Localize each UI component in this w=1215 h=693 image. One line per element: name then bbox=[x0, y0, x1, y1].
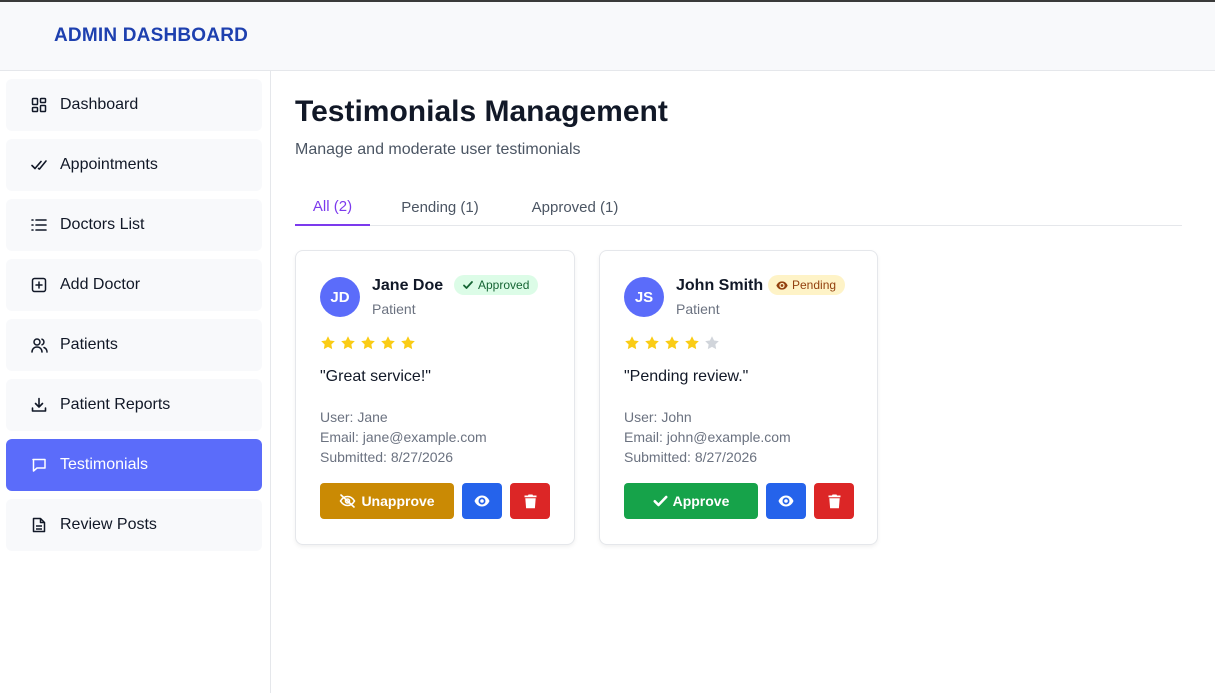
users-icon bbox=[30, 336, 48, 354]
testimonial-author-role: Patient bbox=[676, 301, 720, 317]
sidebar-item-label: Patients bbox=[60, 336, 118, 353]
sidebar-item-dashboard[interactable]: Dashboard bbox=[6, 79, 262, 131]
sidebar: Dashboard Appointments Doctors List Add … bbox=[0, 71, 271, 693]
sidebar-item-label: Patient Reports bbox=[60, 396, 171, 413]
sidebar-item-testimonials[interactable]: Testimonials bbox=[6, 439, 262, 491]
avatar: JD bbox=[320, 277, 360, 317]
double-check-icon bbox=[30, 156, 48, 174]
view-button[interactable] bbox=[462, 483, 502, 519]
delete-button[interactable] bbox=[510, 483, 550, 519]
star-icon bbox=[685, 336, 699, 350]
sidebar-item-label: Dashboard bbox=[60, 96, 139, 113]
testimonial-user: User: John bbox=[624, 409, 692, 425]
filter-tabs: All (2) Pending (1) Approved (1) bbox=[295, 189, 1182, 226]
top-header: ADMIN DASHBOARD bbox=[0, 2, 1215, 71]
sidebar-item-label: Testimonials bbox=[60, 456, 149, 473]
plus-square-icon bbox=[30, 276, 48, 294]
star-icon bbox=[401, 336, 415, 350]
page-title: Testimonials Management bbox=[295, 95, 668, 128]
star-icon bbox=[645, 336, 659, 350]
star-icon bbox=[665, 336, 679, 350]
status-badge-label: Pending bbox=[792, 278, 837, 292]
chat-bubble-icon bbox=[30, 456, 48, 474]
eye-icon bbox=[474, 495, 490, 507]
star-rating bbox=[320, 335, 416, 351]
tab-all[interactable]: All (2) bbox=[295, 189, 370, 226]
star-icon bbox=[705, 336, 719, 350]
testimonial-author-role: Patient bbox=[372, 301, 416, 317]
list-icon bbox=[30, 216, 48, 234]
sidebar-item-patients[interactable]: Patients bbox=[6, 319, 262, 371]
download-icon bbox=[30, 396, 48, 414]
star-rating bbox=[624, 335, 720, 351]
trash-icon bbox=[828, 494, 840, 508]
star-icon bbox=[341, 336, 355, 350]
sidebar-item-doctors-list[interactable]: Doctors List bbox=[6, 199, 262, 251]
unapprove-button-label: Unapprove bbox=[361, 493, 435, 509]
testimonial-author-name: John Smith bbox=[676, 277, 764, 294]
approve-button[interactable]: Approve bbox=[624, 483, 758, 519]
eye-slash-icon bbox=[340, 494, 356, 508]
testimonial-submitted: Submitted: 8/27/2026 bbox=[624, 449, 758, 465]
testimonial-email: Email: john@example.com bbox=[624, 429, 791, 445]
star-icon bbox=[381, 336, 395, 350]
testimonial-card: JD Jane Doe Approved Patient "Great serv… bbox=[295, 250, 575, 545]
testimonial-submitted: Submitted: 8/27/2026 bbox=[320, 449, 454, 465]
tab-approved[interactable]: Approved (1) bbox=[520, 189, 630, 226]
star-icon bbox=[625, 336, 639, 350]
brand-title: ADMIN DASHBOARD bbox=[54, 25, 249, 46]
testimonial-author-name: Jane Doe bbox=[372, 277, 444, 294]
eye-icon bbox=[776, 280, 788, 290]
sidebar-item-review-posts[interactable]: Review Posts bbox=[6, 499, 262, 551]
sidebar-item-label: Add Doctor bbox=[60, 276, 141, 293]
delete-button[interactable] bbox=[814, 483, 854, 519]
testimonial-user: User: Jane bbox=[320, 409, 388, 425]
sidebar-item-label: Doctors List bbox=[60, 216, 145, 233]
sidebar-item-label: Appointments bbox=[60, 156, 158, 173]
check-icon bbox=[463, 281, 473, 289]
dashboard-grid-icon bbox=[30, 96, 48, 114]
trash-icon bbox=[524, 494, 536, 508]
star-icon bbox=[361, 336, 375, 350]
testimonial-email: Email: jane@example.com bbox=[320, 429, 487, 445]
avatar: JS bbox=[624, 277, 664, 317]
testimonial-quote: "Great service!" bbox=[320, 368, 431, 385]
sidebar-item-appointments[interactable]: Appointments bbox=[6, 139, 262, 191]
tab-pending[interactable]: Pending (1) bbox=[390, 189, 490, 226]
sidebar-item-label: Review Posts bbox=[60, 516, 157, 533]
approve-button-label: Approve bbox=[672, 493, 730, 509]
star-icon bbox=[321, 336, 335, 350]
sidebar-item-add-doctor[interactable]: Add Doctor bbox=[6, 259, 262, 311]
eye-icon bbox=[778, 495, 794, 507]
testimonial-card: JS John Smith Pending Patient "Pending r… bbox=[599, 250, 878, 545]
testimonial-quote: "Pending review." bbox=[624, 368, 749, 385]
view-button[interactable] bbox=[766, 483, 806, 519]
page-subtitle: Manage and moderate user testimonials bbox=[295, 141, 581, 158]
document-icon bbox=[30, 516, 48, 534]
sidebar-item-patient-reports[interactable]: Patient Reports bbox=[6, 379, 262, 431]
status-badge: Pending bbox=[768, 275, 846, 295]
check-icon bbox=[653, 495, 668, 507]
status-badge-label: Approved bbox=[478, 278, 530, 292]
unapprove-button[interactable]: Unapprove bbox=[320, 483, 454, 519]
status-badge: Approved bbox=[454, 275, 539, 295]
